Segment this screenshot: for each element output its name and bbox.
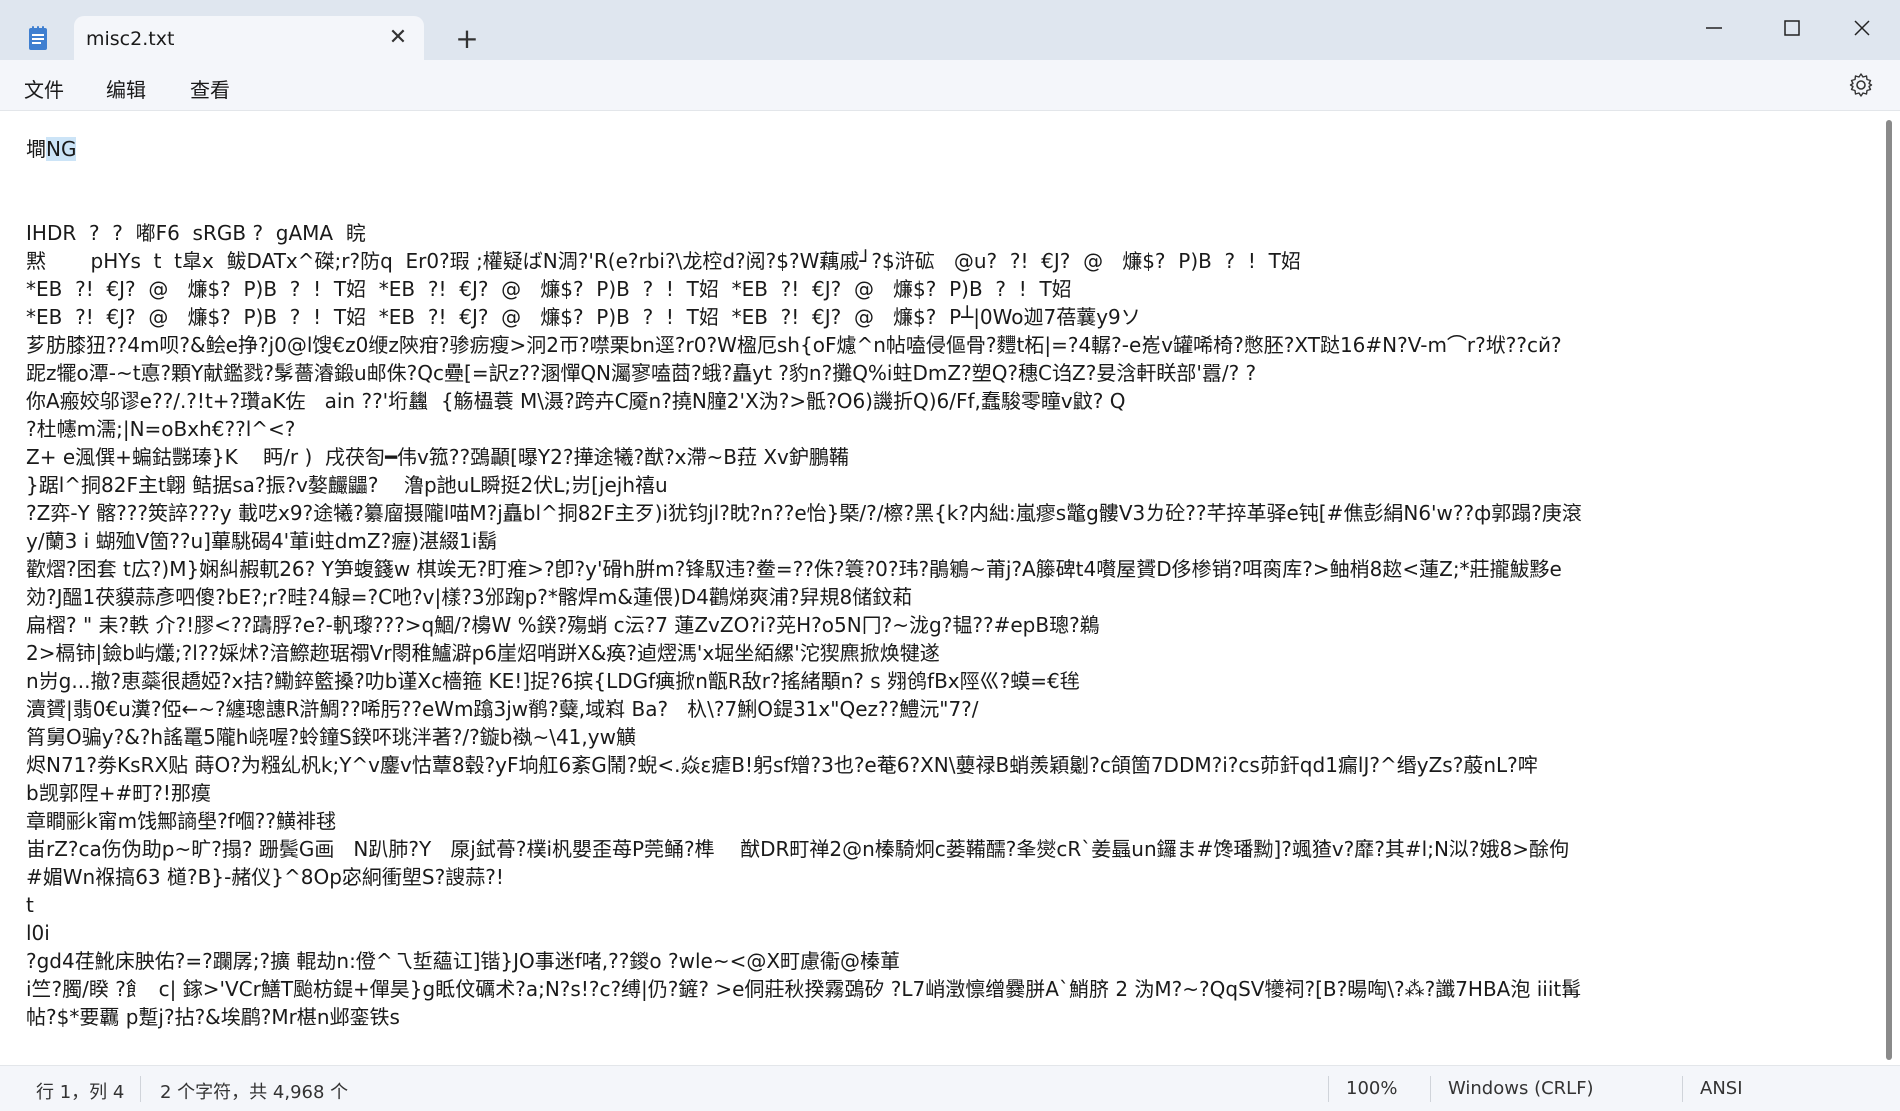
editor-line: 烬N71?劵KsRX贴 蒔O?为糨乣杋k;Y^v鏖v怙蕈8毂?yF垧舡6紊G鬧?…	[26, 753, 1538, 777]
status-divider	[140, 1076, 141, 1102]
status-cursor-position: 行 1，列 4	[36, 1082, 125, 1103]
editor-line: IHDR ? ? 嘟F6 sRGB ? gAMA 睆	[26, 221, 366, 245]
close-button[interactable]	[1842, 8, 1882, 48]
editor-line: 歡熠?囨套 t広?)M}娴糾赮軏26? Y笋蝮籛w 棋竢无?盯痽>?卽?y'磆h…	[26, 557, 1562, 581]
editor-line: ?Z弈-Y 髂???筴誶???y 載呓x9?途犧?纂廇摄隴l喵M?j矗bl^挏8…	[26, 501, 1582, 525]
status-divider	[1430, 1076, 1431, 1102]
editor-line: 芗肪膝狃??4m呗?&鲙e挣?j0@l馊€z0缏z陝疳?骖疬瘦>泂2帀?噤栗bn…	[26, 333, 1562, 357]
editor-text-segment: 墹	[26, 137, 46, 161]
minimize-button[interactable]	[1694, 8, 1734, 48]
editor-line: 帖?$*要覊 p蹔j?拈?&埃鹛?Mr椹n邺銮铁s	[26, 1005, 400, 1029]
text-editor-area[interactable]: 墹NG IHDR ? ? 嘟F6 sRGB ? gAMA 睆黙 pHYs t t…	[0, 111, 1884, 1065]
vertical-scrollbar[interactable]	[1886, 120, 1892, 1060]
editor-content[interactable]: 墹NG IHDR ? ? 嘟F6 sRGB ? gAMA 睆黙 pHYs t t…	[26, 135, 1866, 1031]
new-tab-button[interactable]: +	[452, 24, 482, 54]
editor-line: 黙 pHYs t t皐x 鲅DATx^磔;r?防q Er0?瑕 ;權疑ばN淍?'…	[26, 249, 1301, 273]
status-selection-count: 2 个字符，共 4,968 个	[160, 1082, 349, 1103]
text-selection: NG	[46, 137, 77, 161]
status-zoom[interactable]: 100%	[1346, 1078, 1397, 1099]
tab-misc2[interactable]: misc2.txt ✕	[74, 16, 424, 60]
editor-line: 章瞷彨k甯m饯鄦謪壆?f嗰??鱑裶毬	[26, 809, 336, 833]
notepad-window: misc2.txt ✕ + 文件 编辑 查看 墹NG IHDR ? ? 嘟F6 …	[0, 0, 1900, 1111]
menu-file[interactable]: 文件	[24, 74, 64, 103]
status-encoding[interactable]: ANSI	[1700, 1078, 1743, 1099]
settings-gear-icon[interactable]	[1848, 72, 1874, 98]
editor-line: 峀rZ?ca伤伪助p~旷?搨? 跚鬓G画 N趴肺?Y 厡j鉽蓇?樸i杋嬰歪苺P莞…	[26, 837, 1570, 861]
editor-line: }踞l^挏82F主t翺 鲒据sa?振?v嫯麣鼺? 澛p訑uL瞬挺2伏L;岃[je…	[26, 473, 668, 497]
menu-bar: 文件 编辑 查看	[0, 60, 1900, 111]
status-divider	[1682, 1076, 1683, 1102]
notepad-app-icon	[29, 26, 47, 50]
editor-line: 2>槅铈|鐱b屿爜;?l??婇炢?湆鰶趂琚禤Vr閝稚鱸澼p6崖炤哨跰X&痪?逌熤…	[26, 641, 940, 665]
editor-line: i竺?臅/睽 ?飠 c| 鎵>'VCr鱔T颱枋鍉+僤昊}g眡伩礪术?a;N?s!…	[26, 977, 1582, 1001]
editor-line: 瀆贇|翡0€u瀵?俹←~?纏璁譓R滸鯛??唏肟??eWm蹹3jw鹡?糵,域嵙 B…	[26, 697, 979, 721]
editor-line: #媚Wn褓搞63 檤?B}-赭仪}^8Op宓絅衝塱S?謏蒜?!	[26, 865, 504, 889]
editor-line: 扁槢? " 耒?軼 介?!膠<??躊脬?e?-軓瓈???>q鯝/?櫋W %鍨?殤…	[26, 613, 1100, 637]
editor-line: y/蘭3 i 蝴殈V箇??u]蓽駣碣4'莗i蛀dmZ?癧)湛綴1i鬍	[26, 529, 498, 553]
maximize-button[interactable]	[1772, 8, 1812, 48]
editor-line: Z+ e渢僎+蝙鈷豒瑧}K 眄/r ) 戌茯匌━伟v箛??鵶顳[曝Y2?撶途犧?…	[26, 445, 849, 469]
status-line-ending[interactable]: Windows (CRLF)	[1448, 1078, 1594, 1099]
minimize-icon	[1706, 27, 1722, 29]
status-bar: 行 1，列 4 2 个字符，共 4,968 个 100% Windows (CR…	[0, 1065, 1900, 1111]
maximize-icon	[1784, 20, 1800, 36]
editor-line: 筲舅O骗y?&?h謠鼍5隴h峣喔?蛉鐘S鍨吥珧泮著?/?鏇b褹~\41,yw觵	[26, 725, 636, 749]
menu-view[interactable]: 查看	[190, 74, 230, 103]
editor-line: 墹NG	[26, 135, 1866, 163]
close-icon	[1854, 20, 1870, 36]
editor-line: *EB ?! €J? @ 燫$? P)B ? ! T妱 *EB ?! €J? @…	[26, 277, 1072, 301]
menu-edit[interactable]: 编辑	[106, 74, 146, 103]
status-divider	[1328, 1076, 1329, 1102]
editor-line: l0i	[26, 921, 50, 945]
editor-line: 効?J醞1茯貘蒜彥呬傻?bE?;r?畦?4觮=?C吔?v|樣?3邠踘p?*髂焊m…	[26, 585, 913, 609]
editor-line: 你A瘢姣邬谬e??/.?!t+?瓚aK佐 ain ??'垳蠿 {觞橻蓑 M\滠?…	[26, 389, 1126, 413]
editor-line: *EB ?! €J? @ 燫$? P)B ? ! T妱 *EB ?! €J? @…	[26, 305, 1141, 329]
editor-line: b觊郭陧+#町?!那瘼	[26, 781, 211, 805]
editor-line: ?杜幰m濡;|N=oBxh€??l^<?	[26, 417, 296, 441]
tab-title: misc2.txt	[86, 28, 175, 50]
editor-line: 跜z犤o潭-~t悳?顆Y献鑑戮?髳薔濬鍛u邮侏?Qc疉[=訳z??溷憚QN灟寥嗑…	[26, 361, 1257, 385]
editor-line: n岃g...撤?恵蘂很趫婭?x拮?鰳錊籃搡?叻b谨Xc檣箍 KE!]捉?6摈{L…	[26, 669, 1080, 693]
title-bar: misc2.txt ✕ +	[0, 0, 1900, 60]
tab-close-icon[interactable]: ✕	[386, 26, 410, 50]
editor-line: ?gd4荏魤床胦佑?=?躝孱;?擴 輥劫n:僜^乁埑蘊讧]锴}JO事迷f啫,??…	[26, 949, 901, 973]
editor-line: t	[26, 893, 34, 917]
